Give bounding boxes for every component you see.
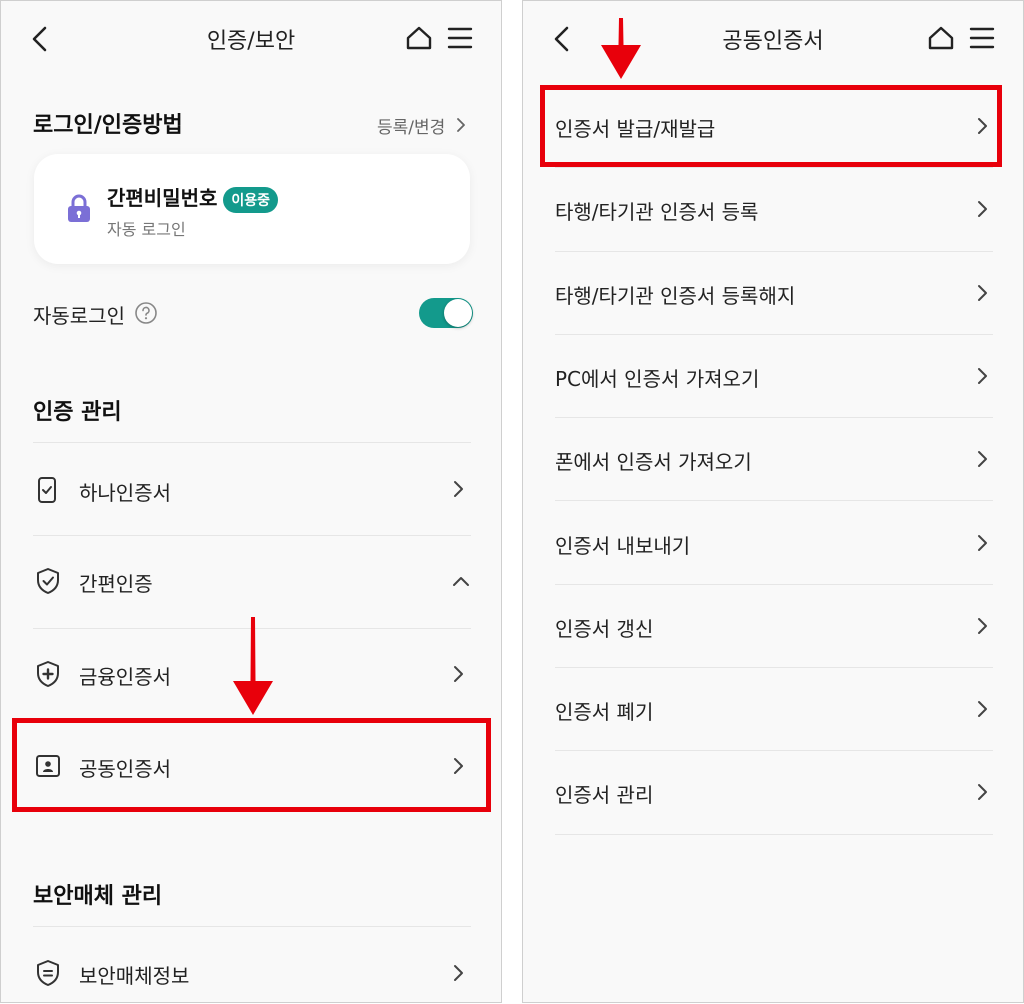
chevron-right-icon	[978, 701, 987, 718]
menu-item-label: 간편인증	[79, 572, 153, 596]
cert-menu-label: 인증서 내보내기	[555, 533, 691, 558]
cert-menu-label: 타행/타기관 인증서 등록	[555, 200, 759, 225]
chevron-right-icon	[454, 666, 463, 682]
register-change-link[interactable]: 등록/변경	[373, 113, 473, 138]
cert-menu-label: 인증서 발급/재발급	[555, 117, 716, 141]
auto-login-label: 자동로그인	[33, 304, 125, 328]
phone-check-icon	[35, 476, 59, 508]
chevron-right-icon	[454, 758, 463, 774]
chevron-up-icon	[453, 577, 469, 586]
right-screen: 공동인증서 인증서 발급/재발급 타행/타기관 인증서 등록 타행/타기관 인증서 …	[522, 0, 1024, 1003]
id-card-icon	[35, 753, 61, 783]
left-screen: 인증/보안 로그인/인증방법 등록/변경 간편비밀번호 이용중 자동 로그인 자동…	[0, 0, 502, 1003]
cert-menu-item[interactable]: 타행/타기관 인증서 등록	[555, 168, 993, 252]
cert-menu-item[interactable]: 인증서 발급/재발급	[555, 85, 993, 169]
menu-item-label: 금융인증서	[79, 665, 171, 689]
cert-menu-item[interactable]: 인증서 관리	[555, 751, 993, 835]
chevron-right-icon	[978, 784, 987, 801]
menu-item-label: 공동인증서	[79, 757, 171, 781]
home-icon[interactable]	[927, 25, 955, 51]
chevron-right-icon	[978, 367, 987, 384]
cert-menu-item[interactable]: 타행/타기관 인증서 등록해지	[555, 252, 993, 335]
chevron-right-icon	[454, 481, 463, 497]
red-arrow-icon	[601, 18, 641, 79]
cert-menu-item[interactable]: 폰에서 인증서 가져오기	[555, 418, 993, 502]
red-arrow-icon	[233, 617, 273, 715]
question-circle-icon[interactable]	[134, 301, 158, 329]
cert-menu-item[interactable]: 인증서 내보내기	[555, 502, 993, 585]
menu-item-label: 하나인증서	[79, 481, 171, 505]
chevron-right-icon	[978, 284, 987, 301]
home-icon[interactable]	[405, 25, 433, 51]
chevron-right-icon	[978, 451, 987, 468]
menu-item-hana-cert[interactable]: 하나인증서	[33, 443, 471, 535]
card-subtitle: 자동 로그인	[107, 220, 186, 239]
menu-item-joint-cert[interactable]: 공동인증서	[33, 723, 471, 809]
cert-menu-label: 인증서 관리	[555, 783, 654, 808]
chevron-right-icon	[454, 965, 463, 981]
cert-menu-label: 타행/타기관 인증서 등록해지	[555, 283, 796, 308]
auth-management-heading: 인증 관리	[33, 400, 122, 425]
cert-menu-item[interactable]: PC에서 인증서 가져오기	[555, 335, 993, 419]
chevron-right-icon	[978, 534, 987, 551]
chevron-right-icon	[978, 118, 987, 134]
cert-menu-label: 폰에서 인증서 가져오기	[555, 450, 752, 475]
cert-menu-label: 인증서 갱신	[555, 616, 654, 641]
cert-menu-item[interactable]: 인증서 폐기	[555, 668, 993, 752]
login-method-heading: 로그인/인증방법	[33, 113, 183, 138]
lock-icon	[66, 194, 92, 228]
shield-plus-icon	[35, 660, 61, 692]
divider	[555, 833, 993, 835]
login-method-card[interactable]: 간편비밀번호 이용중 자동 로그인	[34, 154, 470, 264]
chevron-right-icon	[457, 118, 465, 132]
auto-login-toggle[interactable]	[419, 298, 473, 328]
toggle-knob	[444, 299, 472, 327]
cert-menu-item[interactable]: 인증서 갱신	[555, 585, 993, 669]
shield-list-icon	[35, 959, 61, 991]
status-badge: 이용중	[223, 186, 279, 213]
menu-icon[interactable]	[969, 26, 995, 50]
shield-check-icon	[35, 567, 61, 599]
menu-item-label: 보안매체정보	[79, 964, 190, 988]
menu-icon[interactable]	[447, 26, 473, 50]
cert-menu-label: PC에서 인증서 가져오기	[555, 366, 760, 391]
security-media-heading: 보안매체 관리	[33, 884, 163, 909]
register-change-label: 등록/변경	[377, 118, 446, 138]
chevron-right-icon	[978, 201, 987, 218]
cert-menu-label: 인증서 폐기	[555, 700, 654, 725]
card-title: 간편비밀번호	[107, 186, 218, 210]
chevron-right-icon	[978, 617, 987, 634]
menu-item-security-media-info[interactable]: 보안매체정보	[33, 927, 471, 1004]
